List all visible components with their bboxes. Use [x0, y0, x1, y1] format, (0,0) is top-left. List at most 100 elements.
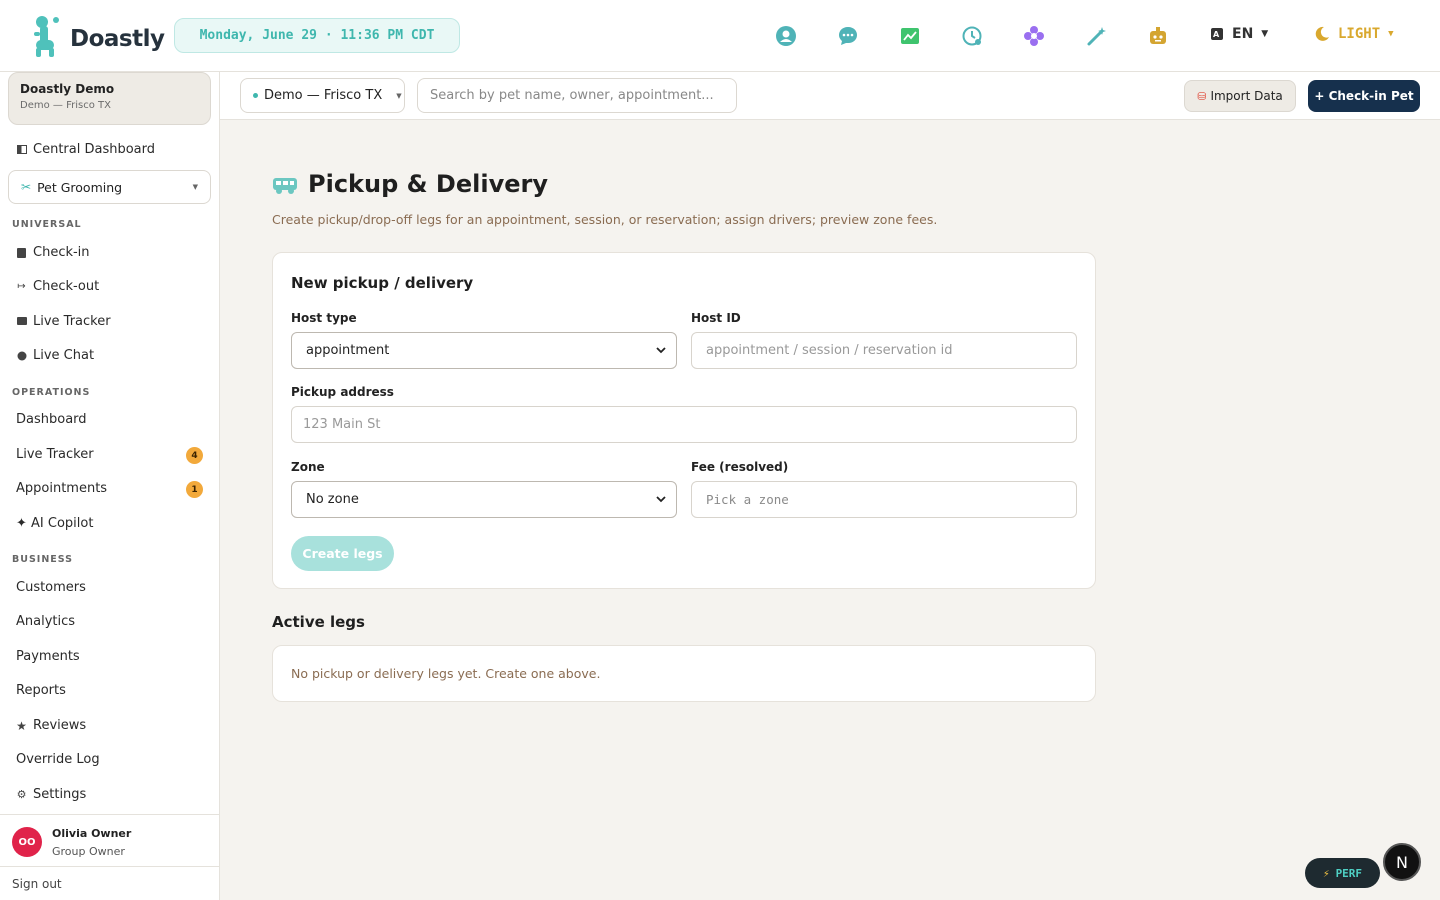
sidebar-item-live-tracker-universal[interactable]: Live Tracker: [16, 314, 111, 329]
caret-down-icon: ▼: [1261, 29, 1269, 39]
screen-icon: [16, 316, 27, 327]
clipboard-icon: [16, 247, 27, 258]
host-type-select[interactable]: appointment: [291, 332, 677, 369]
magic-wand-icon[interactable]: [1085, 24, 1109, 48]
org-name: Doastly Demo: [20, 82, 115, 96]
sidebar-item-live-chat[interactable]: Live Chat: [16, 348, 94, 363]
import-icon: ⛁: [1197, 89, 1207, 103]
live-tracker-count-badge: 4: [186, 447, 203, 464]
zone-select[interactable]: No zone: [291, 481, 677, 518]
sidebar-item-check-in[interactable]: Check-in: [16, 245, 90, 260]
sidebar-item-settings[interactable]: ⚙ Settings: [16, 787, 87, 802]
sidebar-item-live-tracker[interactable]: Live Tracker: [16, 447, 94, 462]
lightning-icon: ⚡: [1322, 866, 1330, 880]
perf-button[interactable]: ⚡ PERF: [1305, 858, 1380, 888]
module-label: Pet Grooming: [37, 179, 123, 195]
sidebar-item-central-dashboard[interactable]: Central Dashboard: [16, 142, 155, 157]
language-label: EN: [1232, 26, 1254, 42]
clock-icon[interactable]: [960, 24, 984, 48]
check-in-pet-button[interactable]: + Check-in Pet: [1308, 80, 1420, 112]
sidebar-item-check-out[interactable]: ↦ Check-out: [16, 279, 99, 294]
user-name: Olivia Owner: [52, 827, 132, 840]
fee-label: Fee (resolved): [691, 460, 789, 474]
sidebar-item-ai-copilot[interactable]: ✦ AI Copilot: [16, 516, 93, 531]
sidebar: Doastly Demo Demo — Frisco TX Central Da…: [0, 72, 220, 900]
section-business: BUSINESS: [12, 554, 74, 565]
create-legs-button[interactable]: Create legs: [291, 536, 394, 571]
sidebar-item-customers[interactable]: Customers: [16, 580, 86, 595]
page-title: Pickup & Delivery: [308, 170, 548, 198]
van-icon: [273, 178, 297, 194]
robot-icon[interactable]: [1146, 24, 1170, 48]
sidebar-item-reviews[interactable]: ★ Reviews: [16, 718, 86, 733]
sidebar-item-label: Reports: [16, 683, 66, 698]
perf-label: PERF: [1335, 866, 1363, 880]
language-selector[interactable]: A EN ▼: [1210, 26, 1268, 42]
module-selector[interactable]: ✂ Pet Grooming ▼: [8, 170, 211, 204]
sidebar-item-label: Live Tracker: [33, 314, 111, 329]
org-location: Demo — Frisco TX: [20, 100, 111, 111]
user-profile[interactable]: OO Olivia Owner Group Owner: [0, 814, 219, 866]
sidebar-item-label: ✦ AI Copilot: [16, 516, 94, 531]
dog-logo-icon: [34, 16, 59, 57]
form-title: New pickup / delivery: [291, 274, 474, 292]
host-id-input[interactable]: appointment / session / reservation id: [691, 332, 1077, 369]
svg-text:A: A: [1213, 30, 1220, 39]
dashboard-icon: [16, 144, 27, 155]
org-switcher[interactable]: Doastly Demo Demo — Frisco TX: [8, 72, 211, 125]
import-data-button[interactable]: ⛁ Import Data: [1184, 80, 1296, 112]
support-icon[interactable]: [774, 24, 798, 48]
section-operations: OPERATIONS: [12, 387, 91, 398]
location-label: Demo — Frisco TX: [264, 88, 383, 103]
location-selector[interactable]: Demo — Frisco TX ▼: [240, 78, 405, 113]
page-description: Create pickup/drop-off legs for an appoi…: [272, 212, 938, 227]
translate-icon: A: [1211, 28, 1223, 40]
logo[interactable]: Doastly: [32, 14, 165, 58]
pickup-address-input[interactable]: 123 Main St: [291, 406, 1077, 443]
sidebar-item-label: Dashboard: [16, 412, 87, 427]
zone-label: Zone: [291, 460, 325, 474]
fee-input[interactable]: Pick a zone: [691, 481, 1077, 518]
pickup-address-label: Pickup address: [291, 385, 394, 399]
host-id-label: Host ID: [691, 311, 741, 325]
caret-down-icon: ▼: [1388, 29, 1394, 39]
chat-bubble-icon: [16, 350, 27, 361]
sidebar-item-label: Analytics: [16, 614, 76, 629]
sidebar-item-label: Live Chat: [33, 348, 95, 363]
host-type-label: Host type: [291, 311, 357, 325]
sidebar-item-analytics[interactable]: Analytics: [16, 614, 75, 629]
scissors-icon: ✂: [21, 180, 32, 194]
gear-icon: ⚙: [16, 788, 27, 801]
theme-label: LIGHT: [1338, 26, 1381, 42]
search-input[interactable]: [417, 78, 737, 113]
sidebar-item-label: Override Log: [16, 752, 100, 767]
next-dev-tools-button[interactable]: N: [1383, 843, 1421, 881]
sidebar-item-label: Live Tracker: [16, 447, 94, 462]
sidebar-item-appointments[interactable]: Appointments: [16, 481, 107, 496]
sidebar-item-label: Central Dashboard: [33, 142, 155, 157]
theme-toggle[interactable]: LIGHT ▼: [1314, 26, 1394, 42]
top-bar: Doastly Monday, June 29 · 11:36 PM CDT A…: [0, 0, 1440, 72]
moon-icon: [1315, 26, 1329, 41]
active-legs-title: Active legs: [272, 613, 365, 631]
sidebar-item-reports[interactable]: Reports: [16, 683, 66, 698]
sign-out-link[interactable]: Sign out: [0, 866, 219, 900]
sidebar-item-label: Check-out: [33, 279, 100, 294]
toolbar: Demo — Frisco TX ▼ ⛁ Import Data + Check…: [220, 72, 1440, 120]
sidebar-item-payments[interactable]: Payments: [16, 649, 80, 664]
brand-name: Doastly: [70, 26, 165, 52]
date-time-display: Monday, June 29 · 11:36 PM CDT: [174, 18, 460, 53]
sidebar-item-label: Reviews: [33, 718, 87, 733]
chart-icon[interactable]: [898, 24, 922, 48]
flower-icon[interactable]: [1022, 24, 1046, 48]
star-icon: ★: [16, 718, 27, 733]
chevron-down-icon: [656, 496, 666, 503]
chat-icon[interactable]: [836, 24, 860, 48]
sidebar-item-dashboard[interactable]: Dashboard: [16, 412, 87, 427]
sidebar-item-label: Customers: [16, 580, 86, 595]
host-type-value: appointment: [306, 343, 390, 358]
sidebar-item-label: Payments: [16, 649, 80, 664]
sidebar-item-override-log[interactable]: Override Log: [16, 752, 100, 767]
user-role: Group Owner: [52, 845, 125, 858]
caret-down-icon: ▼: [396, 91, 402, 100]
